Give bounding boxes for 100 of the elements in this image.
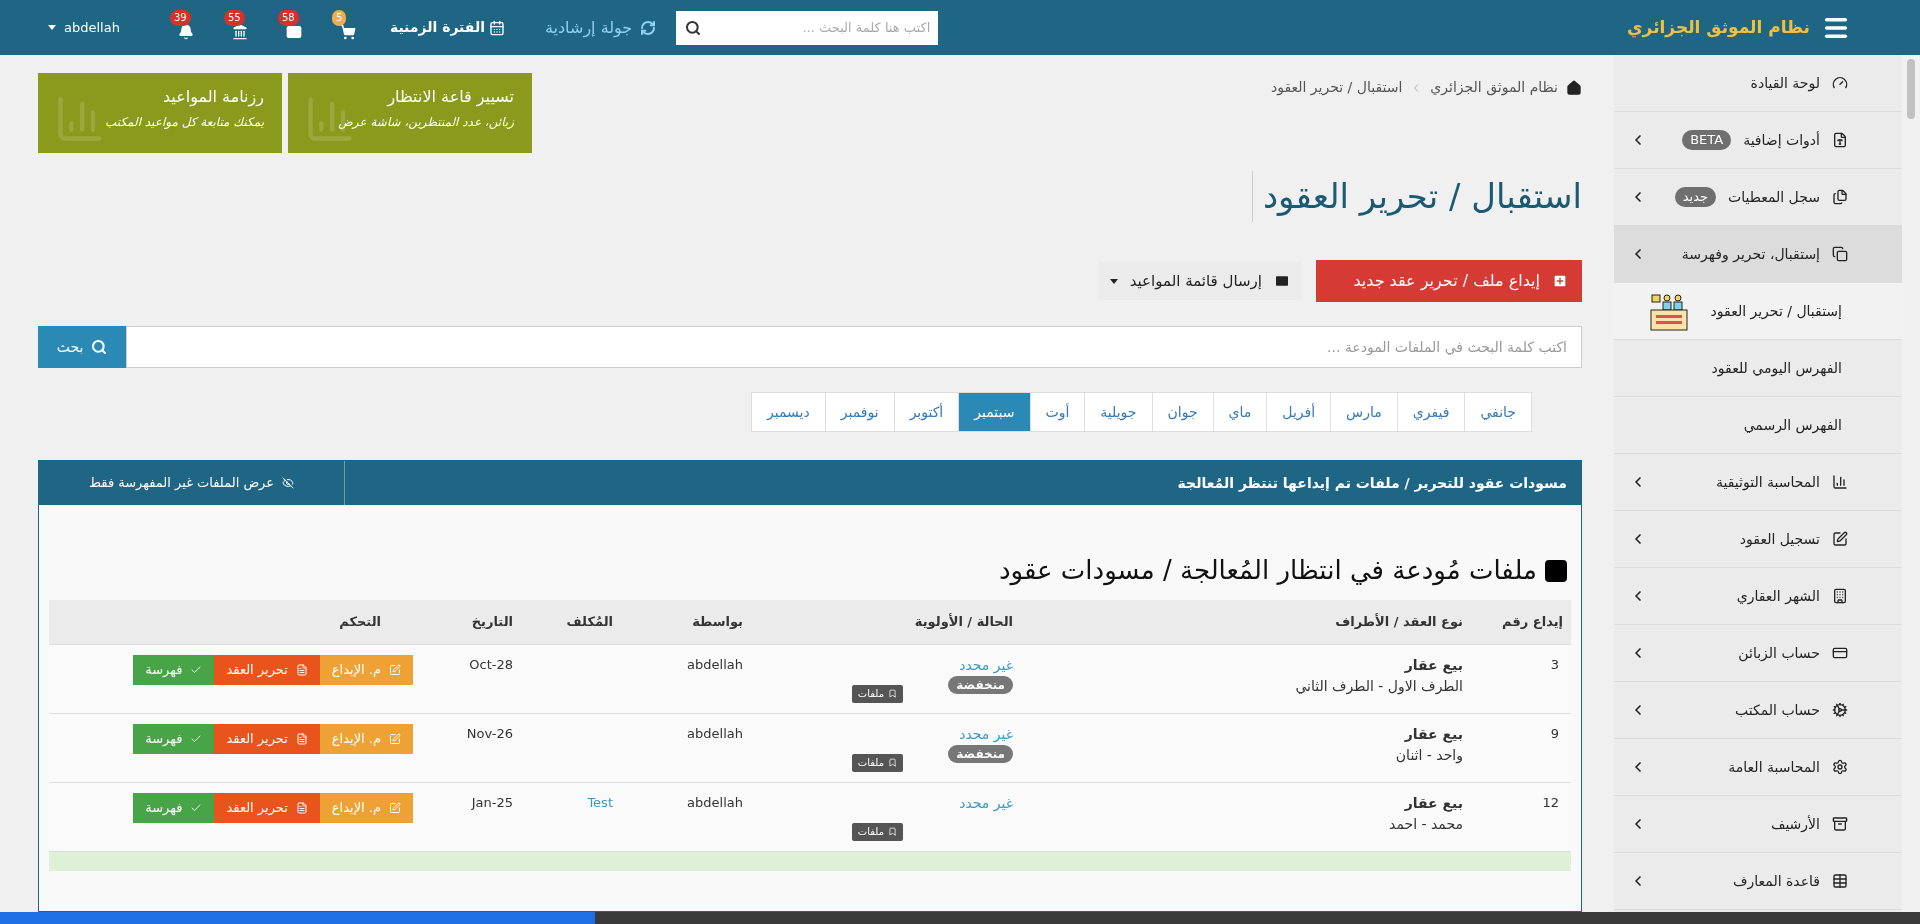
tile-subtitle: يمكنك متابعة كل مواعيد المكتب xyxy=(104,114,264,131)
files-tag[interactable]: ملفات xyxy=(851,822,903,841)
sidebar-tag: جديد xyxy=(1674,187,1716,207)
sidebar-item[interactable]: لوحة القيادة xyxy=(1614,55,1902,112)
table-cell: Nov-26 xyxy=(466,725,513,741)
sidebar-item[interactable]: المحاسبة العامة xyxy=(1614,739,1902,796)
sidebar-label: تسجيل العقود xyxy=(1739,529,1820,550)
row-action-button[interactable]: تحرير العقد xyxy=(214,723,320,754)
files-tag[interactable]: ملفات xyxy=(851,753,903,772)
row-action-button[interactable]: تحرير العقد xyxy=(214,654,320,685)
column-header: بواسطة xyxy=(621,600,751,644)
search-button[interactable]: بحث xyxy=(38,326,126,368)
edit-icon xyxy=(1832,531,1848,547)
contract-parties: الطرف الاول - الطرف الثاني xyxy=(1294,676,1463,697)
sidebar-label: لوحة القيادة xyxy=(1750,73,1820,94)
month-tab[interactable]: ماي xyxy=(1212,392,1268,432)
sidebar-item[interactable]: الأرشيف xyxy=(1614,796,1902,853)
sidebar-item[interactable]: الشهر العقاري xyxy=(1614,568,1902,625)
status-link[interactable]: غير محدد xyxy=(959,723,1013,745)
sidebar-tag: BETA xyxy=(1682,130,1732,150)
shortcut-tile[interactable]: رزنامة المواعيد يمكنك متابعة كل مواعيد المكتب xyxy=(38,73,282,153)
month-tab[interactable]: جوان xyxy=(1151,392,1214,432)
sidebar-item[interactable]: قاعدة المعارف xyxy=(1614,853,1902,910)
search-button[interactable] xyxy=(676,10,711,45)
column-header: المُكلف xyxy=(521,600,621,644)
send-appointments-button[interactable]: إرسال قائمة المواعيد xyxy=(1097,262,1302,300)
contract-parties: محمد - احمد xyxy=(1388,814,1463,834)
month-tab[interactable]: سبتمبر xyxy=(958,392,1031,432)
file-search-field[interactable]: اكتب كلمة البحث في الملفات المودعة ... xyxy=(126,326,1582,368)
month-tab[interactable]: أكتوبر xyxy=(893,392,960,432)
priority-tag: منخفضة xyxy=(948,744,1013,763)
gauge-icon xyxy=(1832,75,1848,91)
settings-icon xyxy=(1832,759,1848,775)
section-heading: ملفات مُودعة في انتظار المُعالجة / مسودات عقود xyxy=(998,554,1537,588)
table-cell: abdellah xyxy=(687,794,743,810)
tour-button[interactable]: جولة إرشادية xyxy=(544,15,657,40)
sidebar-item[interactable]: المحاسبة التوثيقية xyxy=(1614,454,1902,511)
column-header: الحالة / الأولوية xyxy=(751,600,1021,644)
search-field[interactable]: اكتب هنا كلمة البحث ... xyxy=(710,10,939,45)
table-cell: 12 xyxy=(1542,794,1559,810)
table-cell: Oct-28 xyxy=(469,656,513,672)
table-cell: Jan-25 xyxy=(471,794,513,810)
edit-icon xyxy=(389,663,401,676)
month-tab[interactable]: ديسمبر xyxy=(751,392,826,432)
contract-type: بيع عقار xyxy=(1403,793,1463,814)
sidebar-label: الشهر العقاري xyxy=(1736,586,1820,607)
building-icon xyxy=(1832,588,1848,604)
brand-title[interactable]: نظام الموثق الجزائري xyxy=(1627,14,1810,41)
assignee-link[interactable]: Test xyxy=(587,794,613,810)
month-tab[interactable]: مارس xyxy=(1330,392,1398,432)
month-tab[interactable]: أفريل xyxy=(1266,392,1332,432)
period-button[interactable]: الفترة الزمنية xyxy=(389,17,505,38)
sidebar-label: أدوات إضافية xyxy=(1743,130,1820,151)
submenu-item[interactable]: الفهرس الرسمي xyxy=(1614,397,1902,454)
month-tab[interactable]: جويلية xyxy=(1084,392,1153,432)
status-link[interactable]: غير محدد xyxy=(959,654,1013,676)
month-tab[interactable]: أوت xyxy=(1029,392,1086,432)
submenu-item[interactable]: إستقبال / تحرير العقود xyxy=(1614,283,1902,340)
new-contract-button[interactable]: إيداع ملف / تحرير عقد جديد xyxy=(1316,260,1582,302)
edit-icon xyxy=(389,732,401,745)
month-tab[interactable]: نوفمبر xyxy=(824,392,895,432)
filter-button[interactable]: عرض الملفات غير المفهرسة فقط xyxy=(39,461,345,505)
sidebar-item[interactable]: حساب المكتب xyxy=(1614,682,1902,739)
breadcrumb-link[interactable]: استقبال / تحرير العقود xyxy=(1270,77,1403,98)
bank-icon[interactable] xyxy=(231,23,248,40)
row-action-button[interactable]: فهرسة xyxy=(133,792,215,823)
panel-title: مسودات عقود للتحرير / ملفات تم إيداعها تنتظر المُعالجة xyxy=(1176,473,1568,494)
plus-icon xyxy=(1552,273,1568,289)
user-menu[interactable]: abdellah xyxy=(48,17,120,38)
sidebar-item[interactable]: حساب الزبائن xyxy=(1614,625,1902,682)
row-action-button[interactable]: فهرسة xyxy=(133,654,215,685)
month-tab[interactable]: جانفي xyxy=(1464,392,1532,432)
row-action-button[interactable]: تحرير العقد xyxy=(214,792,320,823)
breadcrumb-link[interactable]: نظام الموثق الجزائري xyxy=(1430,77,1558,98)
bell-icon[interactable] xyxy=(177,23,194,40)
sidebar-item[interactable]: إستقبال، تحرير وفهرسة xyxy=(1614,226,1902,283)
row-action-button[interactable]: فهرسة xyxy=(133,723,215,754)
table-cell: 9 xyxy=(1550,725,1559,741)
column-header: إيداع رقم xyxy=(1471,600,1571,644)
submenu-item[interactable]: الفهرس اليومي للعقود xyxy=(1614,340,1902,397)
sidebar-label: المحاسبة العامة xyxy=(1728,757,1820,777)
cart-icon[interactable] xyxy=(339,23,356,40)
tile-title: تسيير قاعة الانتظار xyxy=(385,86,514,109)
shortcut-tile[interactable]: تسيير قاعة الانتظار زبائن، عدد المنتظرين، شاشة عرض xyxy=(288,73,532,153)
count-badge: 5 xyxy=(331,9,347,26)
sidebar-label: قاعدة المعارف xyxy=(1733,871,1820,892)
column-header: نوع العقد / الأطراف xyxy=(1021,600,1471,644)
sidebar-item[interactable]: تسجيل العقود xyxy=(1614,511,1902,568)
eye-off-icon xyxy=(282,477,295,489)
sidebar-label: سجل المعطيات xyxy=(1728,187,1820,207)
home-icon[interactable] xyxy=(1566,79,1582,96)
status-link[interactable]: غير محدد xyxy=(959,792,1013,814)
sidebar-label: إستقبال، تحرير وفهرسة xyxy=(1681,244,1820,265)
edit-icon xyxy=(389,801,401,814)
files-tag[interactable]: ملفات xyxy=(851,684,903,703)
page-title: استقبال / تحرير العقود xyxy=(1251,171,1582,222)
contract-parties: واحد - اثنان xyxy=(1394,745,1463,766)
tile-subtitle: زبائن، عدد المنتظرين، شاشة عرض xyxy=(337,114,514,131)
files-icon xyxy=(1832,189,1848,205)
month-tab[interactable]: فيفري xyxy=(1396,392,1466,432)
